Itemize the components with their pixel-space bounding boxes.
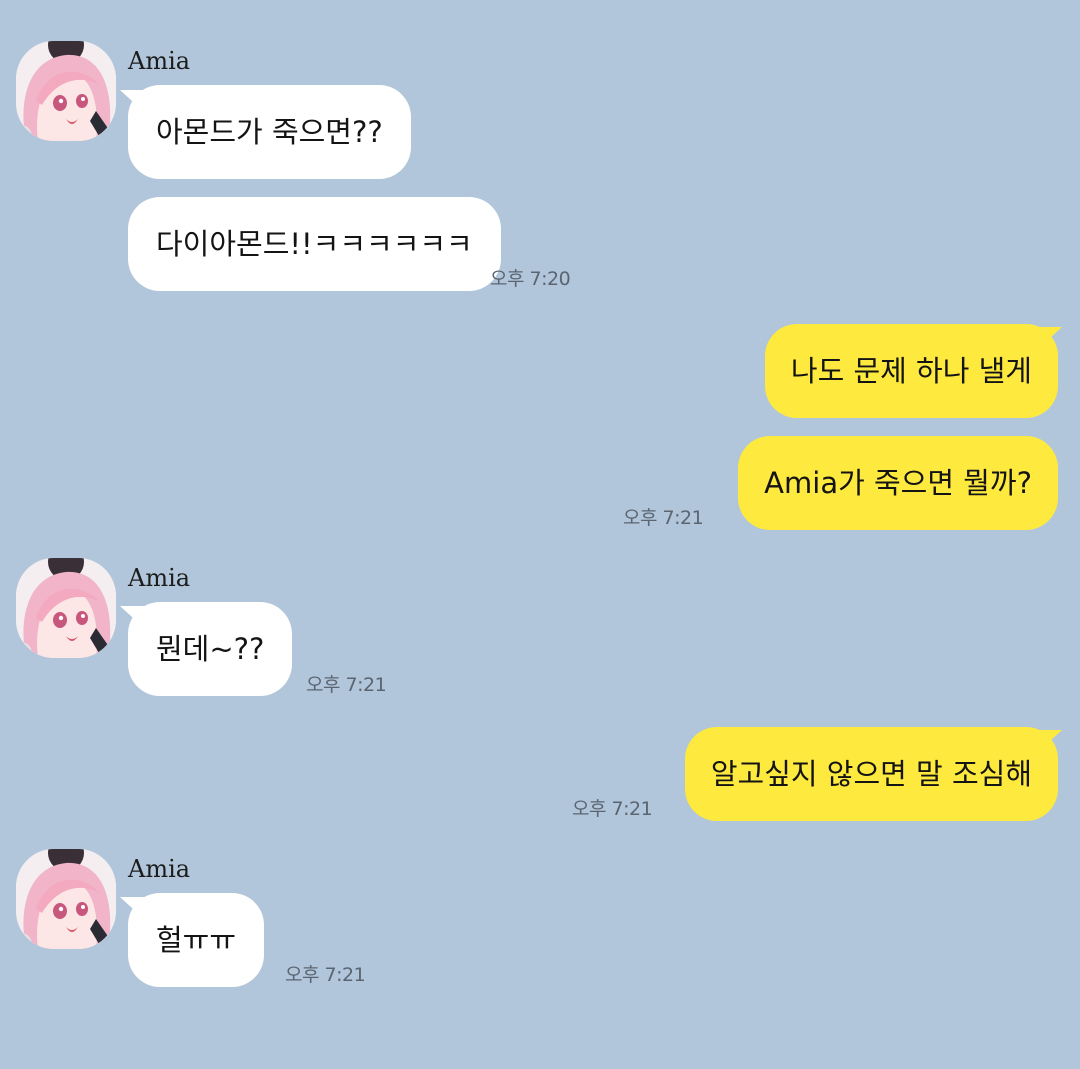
profile-avatar[interactable] — [16, 41, 116, 141]
message-timestamp: 오후 7:20 — [490, 268, 571, 290]
profile-avatar[interactable] — [16, 558, 116, 658]
sender-name: Amia — [128, 564, 191, 592]
message-timestamp: 오후 7:21 — [306, 674, 387, 696]
sender-name: Amia — [128, 47, 191, 75]
message-bubble-incoming[interactable]: 다이아몬드!!ㅋㅋㅋㅋㅋㅋ — [128, 197, 501, 291]
avatar-image — [16, 41, 116, 141]
message-timestamp: 오후 7:21 — [623, 507, 704, 529]
message-bubble-outgoing[interactable]: 나도 문제 하나 낼게 — [764, 324, 1058, 418]
avatar-image — [16, 558, 116, 658]
profile-avatar[interactable] — [16, 849, 116, 949]
chat-room[interactable]: Amia 아몬드가 죽으면?? 다이아몬드!!ㅋㅋㅋㅋㅋㅋ 오후 7:20 나도… — [0, 0, 1080, 1069]
message-bubble-incoming[interactable]: 아몬드가 죽으면?? — [128, 85, 411, 179]
avatar-image — [16, 849, 116, 949]
message-bubble-outgoing[interactable]: 알고싶지 않으면 말 조심해 — [684, 727, 1058, 821]
message-bubble-outgoing[interactable]: Amia가 죽으면 뭘까? — [738, 436, 1058, 530]
sender-name: Amia — [128, 855, 191, 883]
message-timestamp: 오후 7:21 — [285, 964, 366, 986]
message-timestamp: 오후 7:21 — [572, 798, 653, 820]
message-bubble-incoming[interactable]: 헐ㅠㅠ — [128, 893, 265, 987]
message-bubble-incoming[interactable]: 뭔데~?? — [128, 602, 293, 696]
